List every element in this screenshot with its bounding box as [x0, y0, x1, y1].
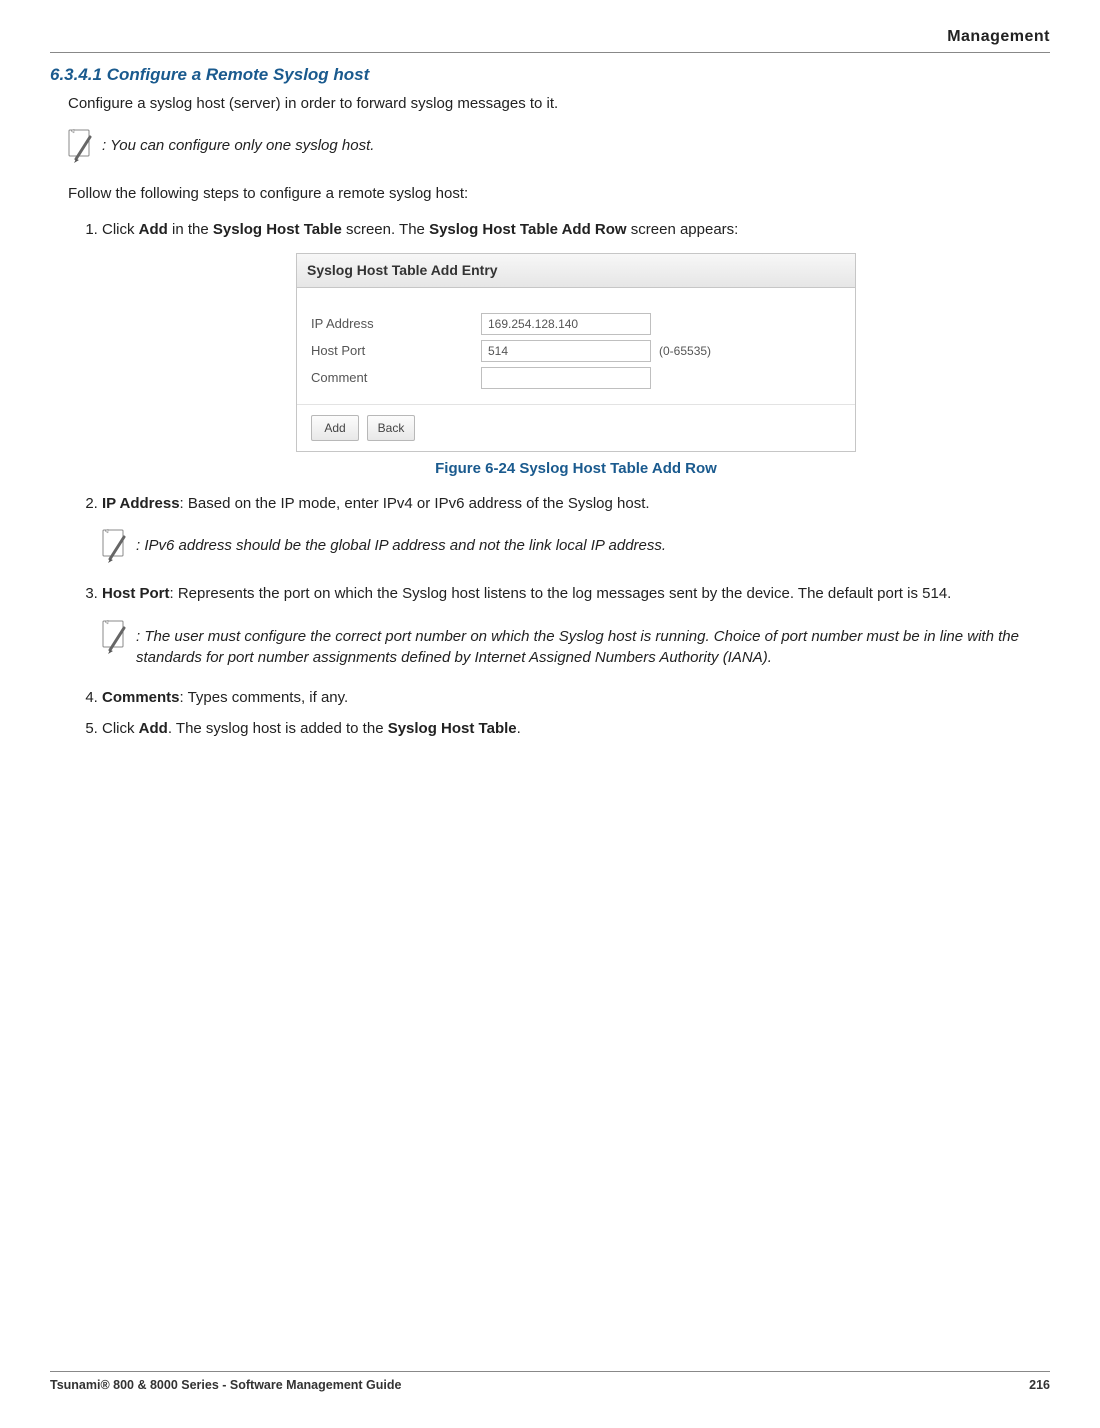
steps-list: Click Add in the Syslog Host Table scree… — [78, 219, 1050, 741]
form-row-ip: IP Address — [311, 313, 841, 335]
footer-page-number: 216 — [1029, 1378, 1050, 1392]
figure-caption: Figure 6-24 Syslog Host Table Add Row — [102, 458, 1050, 481]
header-rule — [50, 52, 1050, 53]
ip-address-label: IP Address — [311, 314, 481, 334]
form-row-port: Host Port (0-65535) — [311, 340, 841, 362]
follow-steps-text: Follow the following steps to configure … — [68, 183, 1050, 205]
back-button[interactable]: Back — [367, 415, 415, 441]
intro-text: Configure a syslog host (server) in orde… — [68, 93, 1050, 115]
note-port-text: : The user must configure the correct po… — [136, 620, 1050, 670]
host-port-label: Host Port — [311, 341, 481, 361]
step-1: Click Add in the Syslog Host Table scree… — [102, 219, 1050, 481]
note-single-host: : You can configure only one syslog host… — [68, 129, 1050, 165]
host-port-hint: (0-65535) — [659, 342, 711, 360]
dialog-title: Syslog Host Table Add Entry — [297, 254, 855, 288]
pencil-note-icon — [102, 620, 130, 656]
add-button[interactable]: Add — [311, 415, 359, 441]
footer-rule — [50, 1371, 1050, 1372]
form-row-comment: Comment — [311, 367, 841, 389]
section-heading: 6.3.4.1 Configure a Remote Syslog host — [50, 65, 1050, 85]
ip-address-input[interactable] — [481, 313, 651, 335]
syslog-add-dialog: Syslog Host Table Add Entry IP Address H… — [296, 253, 856, 452]
comment-input[interactable] — [481, 367, 651, 389]
comment-label: Comment — [311, 368, 481, 388]
page-footer: Tsunami® 800 & 8000 Series - Software Ma… — [50, 1371, 1050, 1392]
page-header-category: Management — [50, 28, 1050, 52]
host-port-input[interactable] — [481, 340, 651, 362]
footer-guide-title: Tsunami® 800 & 8000 Series - Software Ma… — [50, 1378, 401, 1392]
step-5: Click Add. The syslog host is added to t… — [102, 718, 1050, 741]
note-ipv6: : IPv6 address should be the global IP a… — [102, 529, 1050, 565]
step-2: IP Address: Based on the IP mode, enter … — [102, 493, 1050, 566]
pencil-note-icon — [68, 129, 96, 165]
note-single-host-text: : You can configure only one syslog host… — [102, 129, 374, 157]
step-4: Comments: Types comments, if any. — [102, 687, 1050, 710]
note-ipv6-text: : IPv6 address should be the global IP a… — [136, 529, 666, 557]
note-port: : The user must configure the correct po… — [102, 620, 1050, 670]
step-3: Host Port: Represents the port on which … — [102, 583, 1050, 669]
pencil-note-icon — [102, 529, 130, 565]
